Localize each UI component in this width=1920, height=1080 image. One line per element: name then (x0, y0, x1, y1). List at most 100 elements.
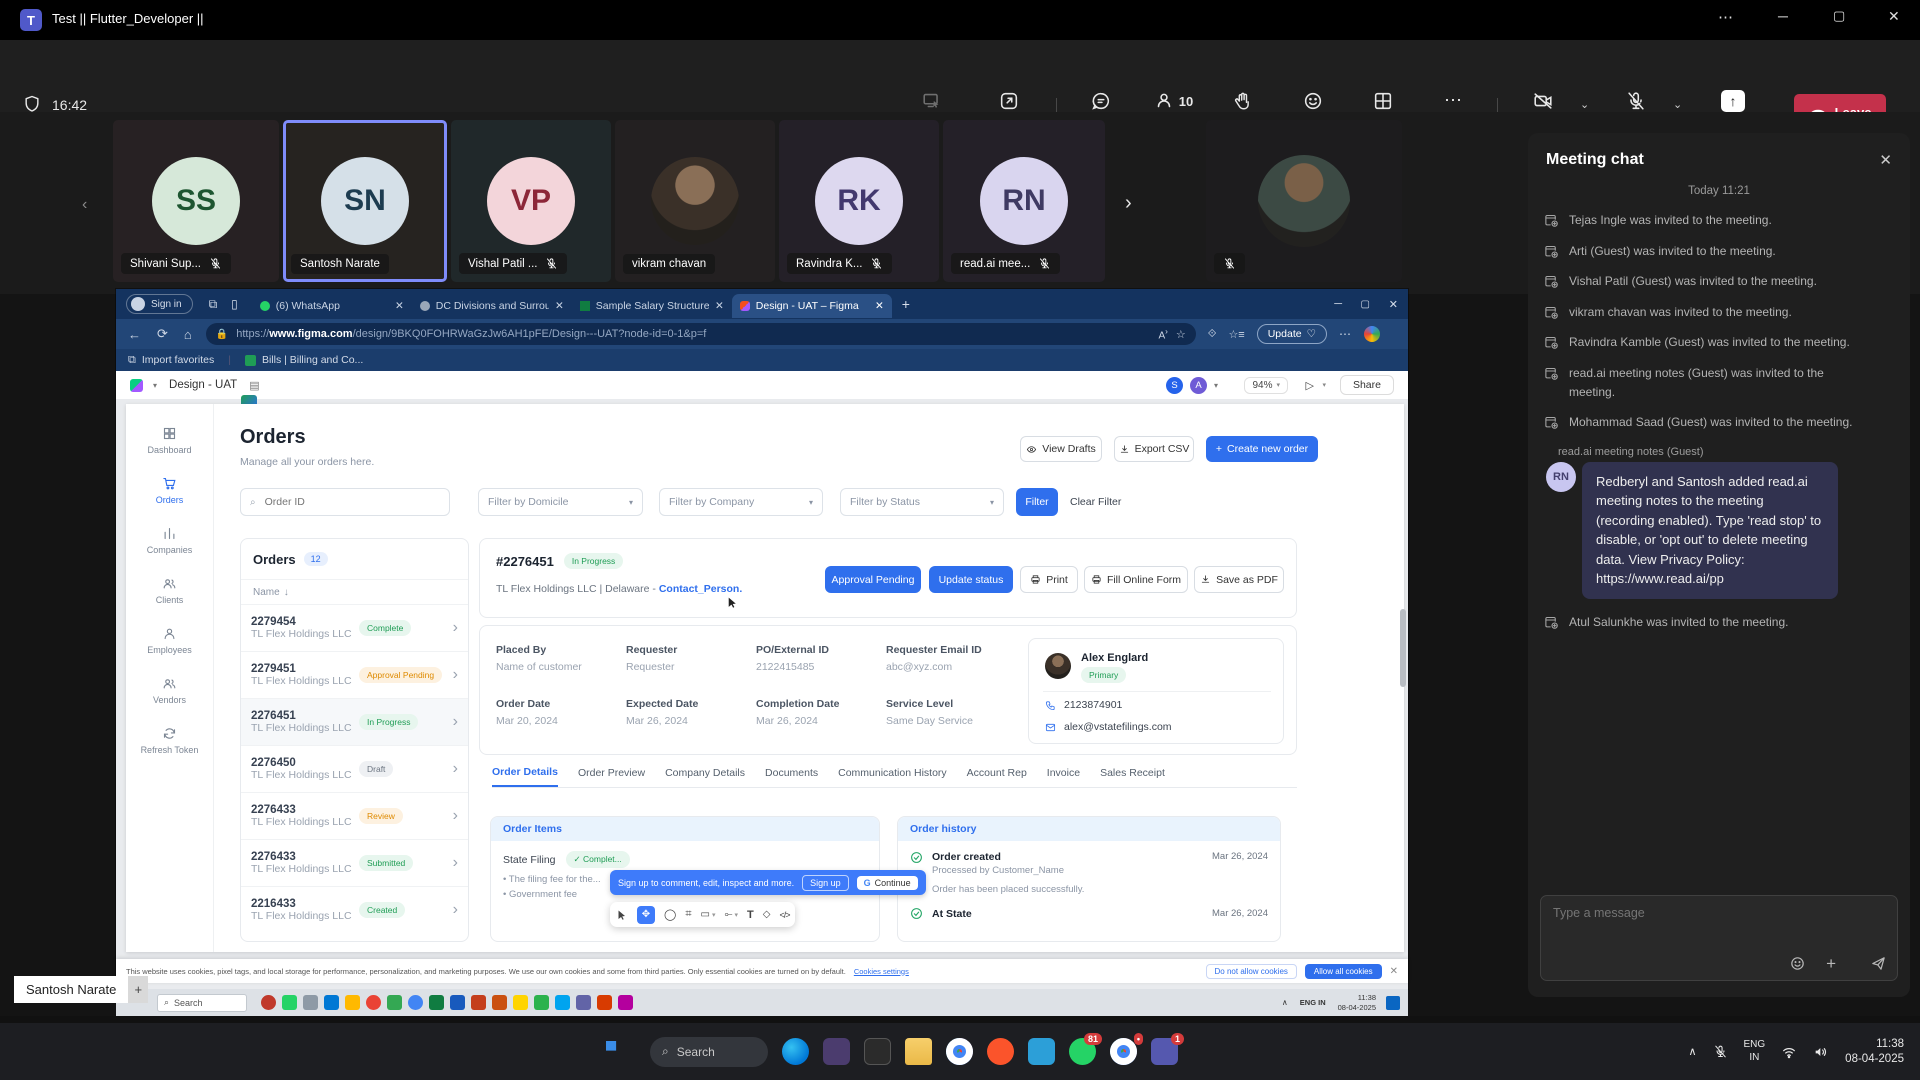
emoji-icon[interactable] (1789, 955, 1806, 972)
close-tab-icon[interactable]: ✕ (875, 300, 884, 312)
figma-present-icon[interactable]: ▷ (1306, 379, 1314, 392)
save-as-pdf-button[interactable]: Save as PDF (1194, 566, 1284, 593)
video-tile[interactable]: SS Shivani Sup... (113, 120, 279, 282)
send-message-icon[interactable] (1870, 955, 1887, 972)
allow-cookies-button[interactable]: Allow all cookies (1305, 964, 1382, 979)
mic-options-chevron-icon[interactable]: ⌄ (1673, 98, 1682, 111)
language-indicator[interactable]: ENGIN (1744, 1039, 1766, 1064)
update-status-button[interactable]: Update status (929, 566, 1013, 593)
start-button-icon[interactable] (606, 1041, 628, 1063)
figma-pages-panel-icon[interactable]: ▤ (249, 379, 259, 392)
chrome-icon[interactable]: • (1110, 1038, 1137, 1065)
url-field[interactable]: 🔒 https://www.figma.com/design/9BKQ0FOHR… (206, 323, 1196, 345)
figma-share-button[interactable]: Share (1340, 375, 1394, 395)
shared-clock[interactable]: 11:3808-04-2025 (1338, 993, 1376, 1013)
present-chevron-icon[interactable]: ▾ (1322, 381, 1326, 389)
favorite-star-icon[interactable]: ☆ (1176, 328, 1186, 341)
file-explorer-icon[interactable] (905, 1038, 932, 1065)
app-icon[interactable] (864, 1038, 891, 1065)
filter-status-dropdown[interactable]: Filter by Status▾ (840, 488, 1004, 516)
taskbar-search[interactable]: ⌕ Search (650, 1037, 768, 1067)
clear-filter-button[interactable]: Clear Filter (1070, 488, 1121, 516)
close-cookie-icon[interactable]: ✕ (1390, 966, 1398, 977)
move-tool-icon[interactable]: ✥ (637, 906, 655, 924)
collaborator-avatar[interactable]: A (1190, 377, 1207, 394)
text-tool-icon[interactable]: T (747, 909, 754, 921)
extensions-icon[interactable]: ⟐ (1208, 328, 1217, 341)
approval-pending-button[interactable]: Approval Pending (825, 566, 921, 593)
cursor-tool-icon[interactable] (616, 909, 628, 921)
frame-tool-icon[interactable]: ⌗ (685, 908, 691, 921)
scroll-tiles-left-chevron-icon[interactable]: ‹ (82, 196, 87, 214)
shared-taskbar-icon[interactable] (366, 995, 381, 1010)
chat-message-input[interactable] (1541, 896, 1897, 930)
tab-communication-history[interactable]: Communication History (838, 767, 947, 786)
shared-taskbar-icon[interactable] (324, 995, 339, 1010)
shared-tray-chevron-icon[interactable]: ∧ (1282, 998, 1288, 1007)
filter-button[interactable]: Filter (1016, 488, 1058, 516)
tab-documents[interactable]: Documents (765, 767, 818, 786)
maximize-icon[interactable]: ▢ (1833, 8, 1845, 24)
sidebar-item-refresh-token[interactable]: Refresh Token (141, 726, 199, 755)
browser-tab-active[interactable]: Design - UAT – Figma ✕ (732, 294, 892, 318)
shared-taskbar-icon[interactable] (534, 995, 549, 1010)
tab-order-preview[interactable]: Order Preview (578, 767, 645, 786)
reload-icon[interactable]: ⟳ (157, 326, 168, 342)
component-tool-icon[interactable]: ◇ (763, 909, 771, 920)
order-row[interactable]: 2276433TL Flex Holdings LLC Review › (241, 792, 468, 839)
brave-icon[interactable] (987, 1038, 1014, 1065)
tab-sales-receipt[interactable]: Sales Receipt (1100, 767, 1165, 786)
contact-person-link[interactable]: Contact_Person. (659, 583, 742, 595)
whatsapp-icon[interactable]: 81 (1069, 1038, 1096, 1065)
browser-tab[interactable]: (6) WhatsApp ✕ (252, 294, 412, 318)
shared-notifications-icon[interactable] (1386, 996, 1400, 1010)
fill-online-form-button[interactable]: Fill Online Form (1084, 566, 1188, 593)
contact-phone[interactable]: 2123874901 (1064, 699, 1122, 711)
view-drafts-button[interactable]: View Drafts (1020, 436, 1102, 462)
video-tile[interactable]: VP Vishal Patil ... (451, 120, 611, 282)
camera-options-chevron-icon[interactable]: ⌄ (1580, 98, 1589, 111)
shared-search-box[interactable]: ⌕ Search (157, 994, 247, 1012)
new-tab-icon[interactable]: + (902, 296, 910, 312)
browser-minimize-icon[interactable]: ─ (1334, 298, 1342, 310)
browser-close-icon[interactable]: ✕ (1389, 298, 1398, 311)
figma-zoom-control[interactable]: 94%▾ (1244, 377, 1288, 394)
close-window-icon[interactable]: ✕ (1888, 8, 1900, 25)
shared-taskbar-icon[interactable] (261, 995, 276, 1010)
sidebar-item-clients[interactable]: Clients (156, 576, 184, 605)
canvas-scrollbar[interactable] (1400, 609, 1406, 687)
order-id-input[interactable] (263, 495, 440, 509)
favorites-list-icon[interactable]: ☆≡ (1228, 328, 1244, 341)
video-tile[interactable]: RN read.ai mee... (943, 120, 1105, 282)
vertical-tabs-icon[interactable]: ▯ (231, 297, 238, 311)
scroll-tiles-right-chevron-icon[interactable]: › (1125, 192, 1132, 215)
clock[interactable]: 11:3808-04-2025 (1845, 1037, 1904, 1066)
export-csv-button[interactable]: Export CSV (1114, 436, 1194, 462)
collaborators-chevron-icon[interactable]: ▾ (1214, 381, 1218, 390)
filter-company-dropdown[interactable]: Filter by Company▾ (659, 488, 823, 516)
tab-company-details[interactable]: Company Details (665, 767, 745, 786)
shared-taskbar-icon[interactable] (471, 995, 486, 1010)
figma-menu-chevron-icon[interactable]: ▾ (153, 381, 157, 390)
banner-signup-button[interactable]: Sign up (802, 875, 849, 891)
close-tab-icon[interactable]: ✕ (715, 300, 724, 312)
close-chat-panel-icon[interactable]: ✕ (1879, 151, 1892, 169)
copilot-icon[interactable] (1364, 326, 1380, 342)
tab-order-details[interactable]: Order Details (492, 766, 558, 787)
collaborator-avatar[interactable]: S (1166, 377, 1183, 394)
bookmark-bills[interactable]: Bills | Billing and Co... (262, 354, 363, 366)
close-tab-icon[interactable]: ✕ (395, 300, 404, 312)
tray-mic-icon[interactable] (1713, 1044, 1728, 1059)
shared-taskbar-icon[interactable] (408, 995, 423, 1010)
shared-taskbar-icon[interactable] (303, 995, 318, 1010)
browser-update-button[interactable]: Update♡ (1257, 324, 1327, 344)
bookmark-import-favorites[interactable]: Import favorites (142, 354, 214, 366)
order-row[interactable]: 2279451TL Flex Holdings LLC Approval Pen… (241, 651, 468, 698)
order-row[interactable]: 2216433TL Flex Holdings LLC Created › (241, 886, 468, 933)
shared-taskbar-icon[interactable] (429, 995, 444, 1010)
filter-domicile-dropdown[interactable]: Filter by Domicile▾ (478, 488, 643, 516)
figma-menu-icon[interactable] (130, 379, 143, 392)
workspaces-icon[interactable]: ⧉ (209, 297, 218, 312)
order-row[interactable]: 2276450TL Flex Holdings LLC Draft › (241, 745, 468, 792)
video-tile[interactable] (1206, 120, 1402, 282)
